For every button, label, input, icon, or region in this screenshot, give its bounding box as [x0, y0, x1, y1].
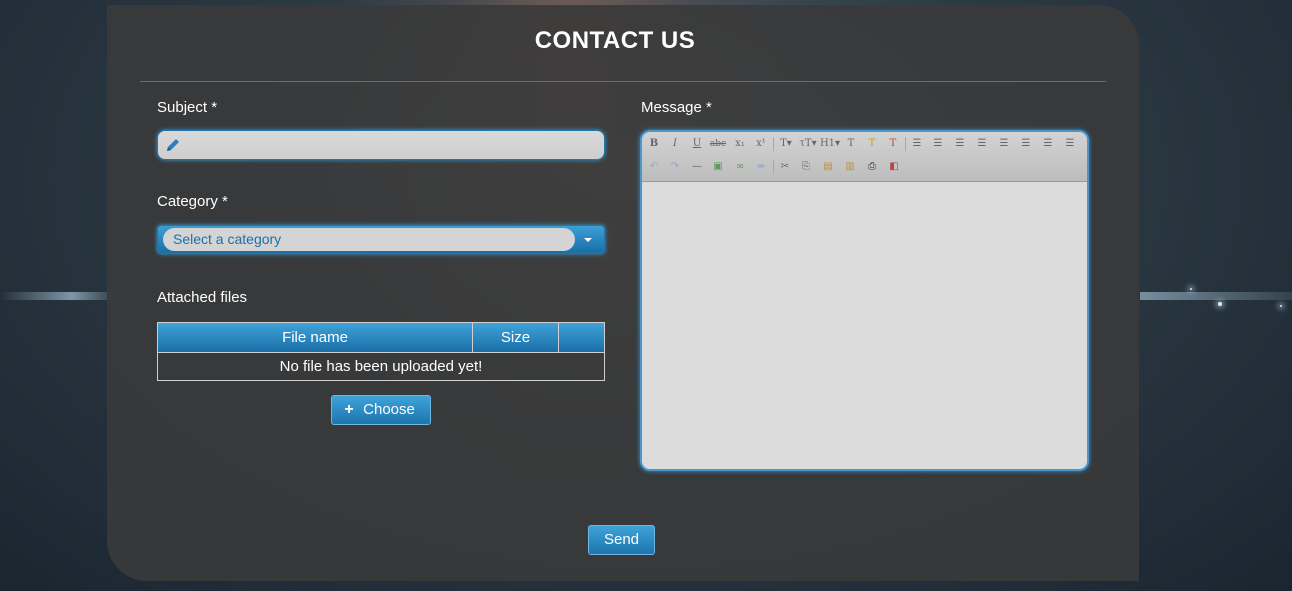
- empty-table-message: No file has been uploaded yet!: [279, 358, 483, 375]
- message-editor: B I U abc x₁ x¹ T▾ τT▾ H1▾ T T T ☰ ☰ ☰ ☰…: [640, 130, 1089, 471]
- column-header-size[interactable]: Size: [473, 323, 559, 353]
- column-header-actions: [559, 323, 604, 353]
- plus-icon: +: [344, 401, 354, 418]
- redo-icon[interactable]: ↷: [666, 158, 684, 176]
- category-select-value: Select a category: [163, 228, 575, 251]
- background-sparkle: [1280, 305, 1282, 307]
- background-sparkle: [1190, 288, 1192, 290]
- subject-label: Subject *: [157, 99, 218, 116]
- unlink-icon[interactable]: ⇎: [752, 158, 770, 176]
- strikethrough-icon[interactable]: abc: [709, 135, 727, 153]
- numbered-list-icon[interactable]: ☰: [929, 135, 947, 153]
- align-right-icon[interactable]: ☰: [1039, 135, 1057, 153]
- font-size-icon[interactable]: τT▾: [797, 135, 819, 153]
- italic-icon[interactable]: I: [666, 135, 684, 153]
- print-icon[interactable]: ⎙: [863, 158, 881, 176]
- pencil-icon: [167, 139, 179, 151]
- copy-icon[interactable]: ⎘: [797, 158, 815, 176]
- font-family-icon[interactable]: T▾: [776, 135, 796, 153]
- image-icon[interactable]: ▣: [709, 158, 727, 176]
- cut-icon[interactable]: ✂: [776, 158, 794, 176]
- undo-icon[interactable]: ↶: [645, 158, 663, 176]
- toolbar-separator: [905, 137, 906, 151]
- choose-file-button[interactable]: + Choose: [331, 395, 431, 425]
- superscript-icon[interactable]: x¹: [752, 135, 770, 153]
- bold-icon[interactable]: B: [645, 135, 663, 153]
- highlight-icon[interactable]: T: [863, 135, 881, 153]
- indent-icon[interactable]: ☰: [973, 135, 991, 153]
- outdent-icon[interactable]: ☰: [951, 135, 969, 153]
- send-button[interactable]: Send: [588, 525, 655, 555]
- underline-icon[interactable]: U: [688, 135, 706, 153]
- toolbar-separator: [773, 137, 774, 151]
- background-light-streak-left: [0, 292, 120, 300]
- subject-input[interactable]: [157, 130, 605, 160]
- link-icon[interactable]: ∞: [731, 158, 749, 176]
- choose-file-button-label: Choose: [363, 401, 415, 418]
- category-label: Category *: [157, 193, 228, 210]
- source-code-icon[interactable]: ◧: [885, 158, 903, 176]
- category-select[interactable]: Select a category: [157, 225, 605, 254]
- attached-files-label: Attached files: [157, 289, 248, 306]
- align-center-icon[interactable]: ☰: [1017, 135, 1035, 153]
- bullet-list-icon[interactable]: ☰: [908, 135, 926, 153]
- justify-icon[interactable]: ☰: [1061, 135, 1079, 153]
- editor-toolbar: B I U abc x₁ x¹ T▾ τT▾ H1▾ T T T ☰ ☰ ☰ ☰…: [642, 132, 1087, 182]
- message-label: Message *: [641, 99, 712, 116]
- toolbar-separator: [773, 160, 774, 174]
- text-color-icon[interactable]: T: [842, 135, 860, 153]
- title-divider: [140, 81, 1106, 82]
- page-title: CONTACT US: [534, 27, 696, 54]
- attached-files-table: File name Size No file has been uploaded…: [157, 322, 605, 381]
- heading-icon[interactable]: H1▾: [819, 135, 841, 153]
- remove-format-icon[interactable]: T: [884, 135, 902, 153]
- table-header: File name Size: [158, 323, 604, 353]
- paste-text-icon[interactable]: ▥: [841, 158, 859, 176]
- message-textarea[interactable]: [642, 182, 1087, 469]
- paste-icon[interactable]: ▤: [819, 158, 837, 176]
- background-sparkle: [1218, 302, 1222, 306]
- contact-form-panel: CONTACT US Subject * Category * Select a…: [107, 5, 1139, 581]
- chevron-down-icon[interactable]: [584, 238, 592, 242]
- align-left-icon[interactable]: ☰: [995, 135, 1013, 153]
- column-header-file-name[interactable]: File name: [158, 323, 473, 353]
- background-light-streak-right: [1140, 292, 1292, 300]
- subscript-icon[interactable]: x₁: [731, 135, 749, 153]
- horizontal-rule-icon[interactable]: —: [688, 158, 706, 176]
